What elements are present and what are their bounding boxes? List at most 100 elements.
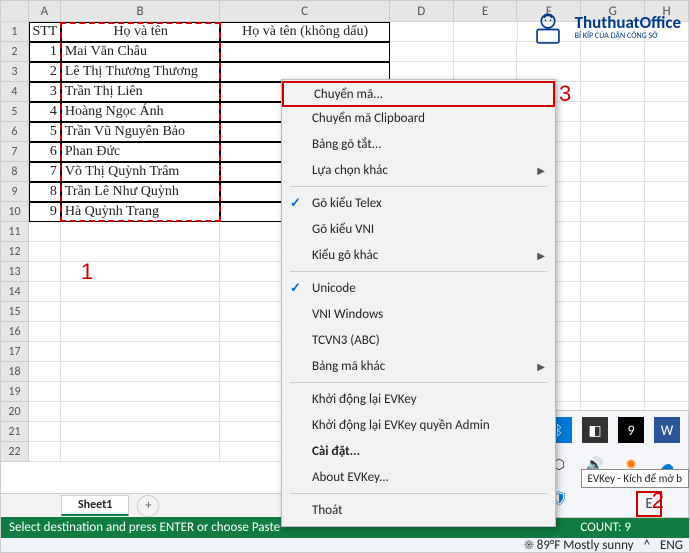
- cell[interactable]: 6: [29, 142, 61, 162]
- cell[interactable]: [645, 242, 689, 262]
- cell[interactable]: [61, 282, 221, 302]
- row-header[interactable]: 22: [1, 442, 29, 462]
- cell[interactable]: [454, 22, 518, 42]
- menu-exit[interactable]: Thoát: [282, 497, 555, 523]
- col-header-c[interactable]: C: [220, 1, 390, 21]
- menu-restart-admin[interactable]: Khởi động lại EVKey quyền Admin: [282, 412, 555, 438]
- row-header[interactable]: 18: [1, 362, 29, 382]
- cell[interactable]: 4: [29, 102, 61, 122]
- cell[interactable]: Võ Thị Quỳnh Trâm: [61, 162, 221, 182]
- menu-telex[interactable]: ✓Gõ kiểu Telex: [282, 190, 555, 216]
- cell[interactable]: [645, 282, 689, 302]
- cell[interactable]: [61, 422, 221, 442]
- cell[interactable]: [645, 62, 689, 82]
- cell[interactable]: [645, 162, 689, 182]
- cell[interactable]: [581, 202, 645, 222]
- cell[interactable]: [29, 442, 61, 462]
- cell[interactable]: Trần Lê Như Quỳnh: [61, 182, 221, 202]
- cell[interactable]: [581, 142, 645, 162]
- cell[interactable]: [390, 42, 454, 62]
- cell[interactable]: Trần Vũ Nguyên Bảo: [61, 122, 221, 142]
- menu-convert-clipboard[interactable]: Chuyển mã Clipboard: [282, 105, 555, 131]
- row-header[interactable]: 10: [1, 202, 29, 222]
- cell[interactable]: Trần Thị Liên: [61, 82, 221, 102]
- cell[interactable]: Phan Đức: [61, 142, 221, 162]
- cell[interactable]: [645, 82, 689, 102]
- cell[interactable]: [29, 402, 61, 422]
- tray-icon[interactable]: ◧: [582, 417, 608, 443]
- cell[interactable]: Họ và tên (không dấu): [220, 22, 389, 42]
- cell[interactable]: STT: [29, 22, 61, 42]
- sheet-tab[interactable]: Sheet1: [61, 495, 129, 516]
- cell[interactable]: [454, 42, 518, 62]
- cell[interactable]: [645, 362, 689, 382]
- cell[interactable]: [581, 302, 645, 322]
- cell[interactable]: [61, 362, 221, 382]
- weather-temp[interactable]: ☀ 89°F Mostly sunny: [524, 538, 633, 553]
- cell[interactable]: [61, 342, 221, 362]
- menu-restart[interactable]: Khởi động lại EVKey: [282, 386, 555, 412]
- cell[interactable]: [581, 122, 645, 142]
- row-header[interactable]: 5: [1, 102, 29, 122]
- cell[interactable]: [220, 42, 389, 62]
- row-header[interactable]: 14: [1, 282, 29, 302]
- row-header[interactable]: 8: [1, 162, 29, 182]
- word-icon[interactable]: W: [654, 417, 680, 443]
- cell[interactable]: [645, 102, 689, 122]
- cell[interactable]: [581, 362, 645, 382]
- cell[interactable]: [581, 102, 645, 122]
- cell[interactable]: [29, 362, 61, 382]
- select-all-corner[interactable]: [1, 1, 29, 21]
- cell[interactable]: [645, 222, 689, 242]
- language-indicator[interactable]: ENG: [660, 538, 683, 553]
- cell[interactable]: [29, 382, 61, 402]
- cell[interactable]: [581, 222, 645, 242]
- menu-other-encoding[interactable]: Bảng mã khác▶: [282, 353, 555, 379]
- cell[interactable]: [581, 282, 645, 302]
- row-header[interactable]: 4: [1, 82, 29, 102]
- cell[interactable]: 3: [29, 82, 61, 102]
- row-header[interactable]: 12: [1, 242, 29, 262]
- row-header[interactable]: 13: [1, 262, 29, 282]
- cell[interactable]: [29, 342, 61, 362]
- cell[interactable]: [581, 242, 645, 262]
- cell[interactable]: [581, 382, 645, 402]
- cell[interactable]: [581, 322, 645, 342]
- cell[interactable]: 7: [29, 162, 61, 182]
- cell[interactable]: 1: [29, 42, 61, 62]
- menu-vni-windows[interactable]: VNI Windows: [282, 301, 555, 327]
- menu-convert[interactable]: Chuyển mã...: [282, 81, 555, 107]
- cell[interactable]: Lê Thị Thương Thương: [61, 62, 221, 82]
- menu-vni[interactable]: Gõ kiểu VNI: [282, 216, 555, 242]
- cell[interactable]: 9: [29, 202, 61, 222]
- menu-unicode[interactable]: ✓Unicode: [282, 275, 555, 301]
- menu-other-type[interactable]: Kiểu gõ khác▶: [282, 242, 555, 268]
- cell[interactable]: 8: [29, 182, 61, 202]
- cell[interactable]: 2: [29, 62, 61, 82]
- cell[interactable]: [29, 242, 61, 262]
- cell[interactable]: [581, 182, 645, 202]
- menu-shortcut-table[interactable]: Bảng gõ tắt...: [282, 131, 555, 157]
- cell[interactable]: [645, 202, 689, 222]
- cell[interactable]: [29, 282, 61, 302]
- menu-about[interactable]: About EVKey...: [282, 464, 555, 490]
- cell[interactable]: [581, 162, 645, 182]
- row-header[interactable]: 3: [1, 62, 29, 82]
- row-header[interactable]: 16: [1, 322, 29, 342]
- cell[interactable]: [645, 342, 689, 362]
- row-header[interactable]: 21: [1, 422, 29, 442]
- cell[interactable]: [29, 302, 61, 322]
- cell[interactable]: [61, 222, 221, 242]
- row-header[interactable]: 20: [1, 402, 29, 422]
- cell[interactable]: [61, 302, 221, 322]
- row-header[interactable]: 9: [1, 182, 29, 202]
- menu-settings[interactable]: Cài đặt...: [282, 438, 555, 464]
- cell[interactable]: [645, 262, 689, 282]
- cell[interactable]: [645, 382, 689, 402]
- tray-number-icon[interactable]: 9: [618, 417, 644, 443]
- cell[interactable]: [61, 442, 221, 462]
- cell[interactable]: 5: [29, 122, 61, 142]
- row-header[interactable]: 6: [1, 122, 29, 142]
- cell[interactable]: [581, 342, 645, 362]
- cell[interactable]: [645, 142, 689, 162]
